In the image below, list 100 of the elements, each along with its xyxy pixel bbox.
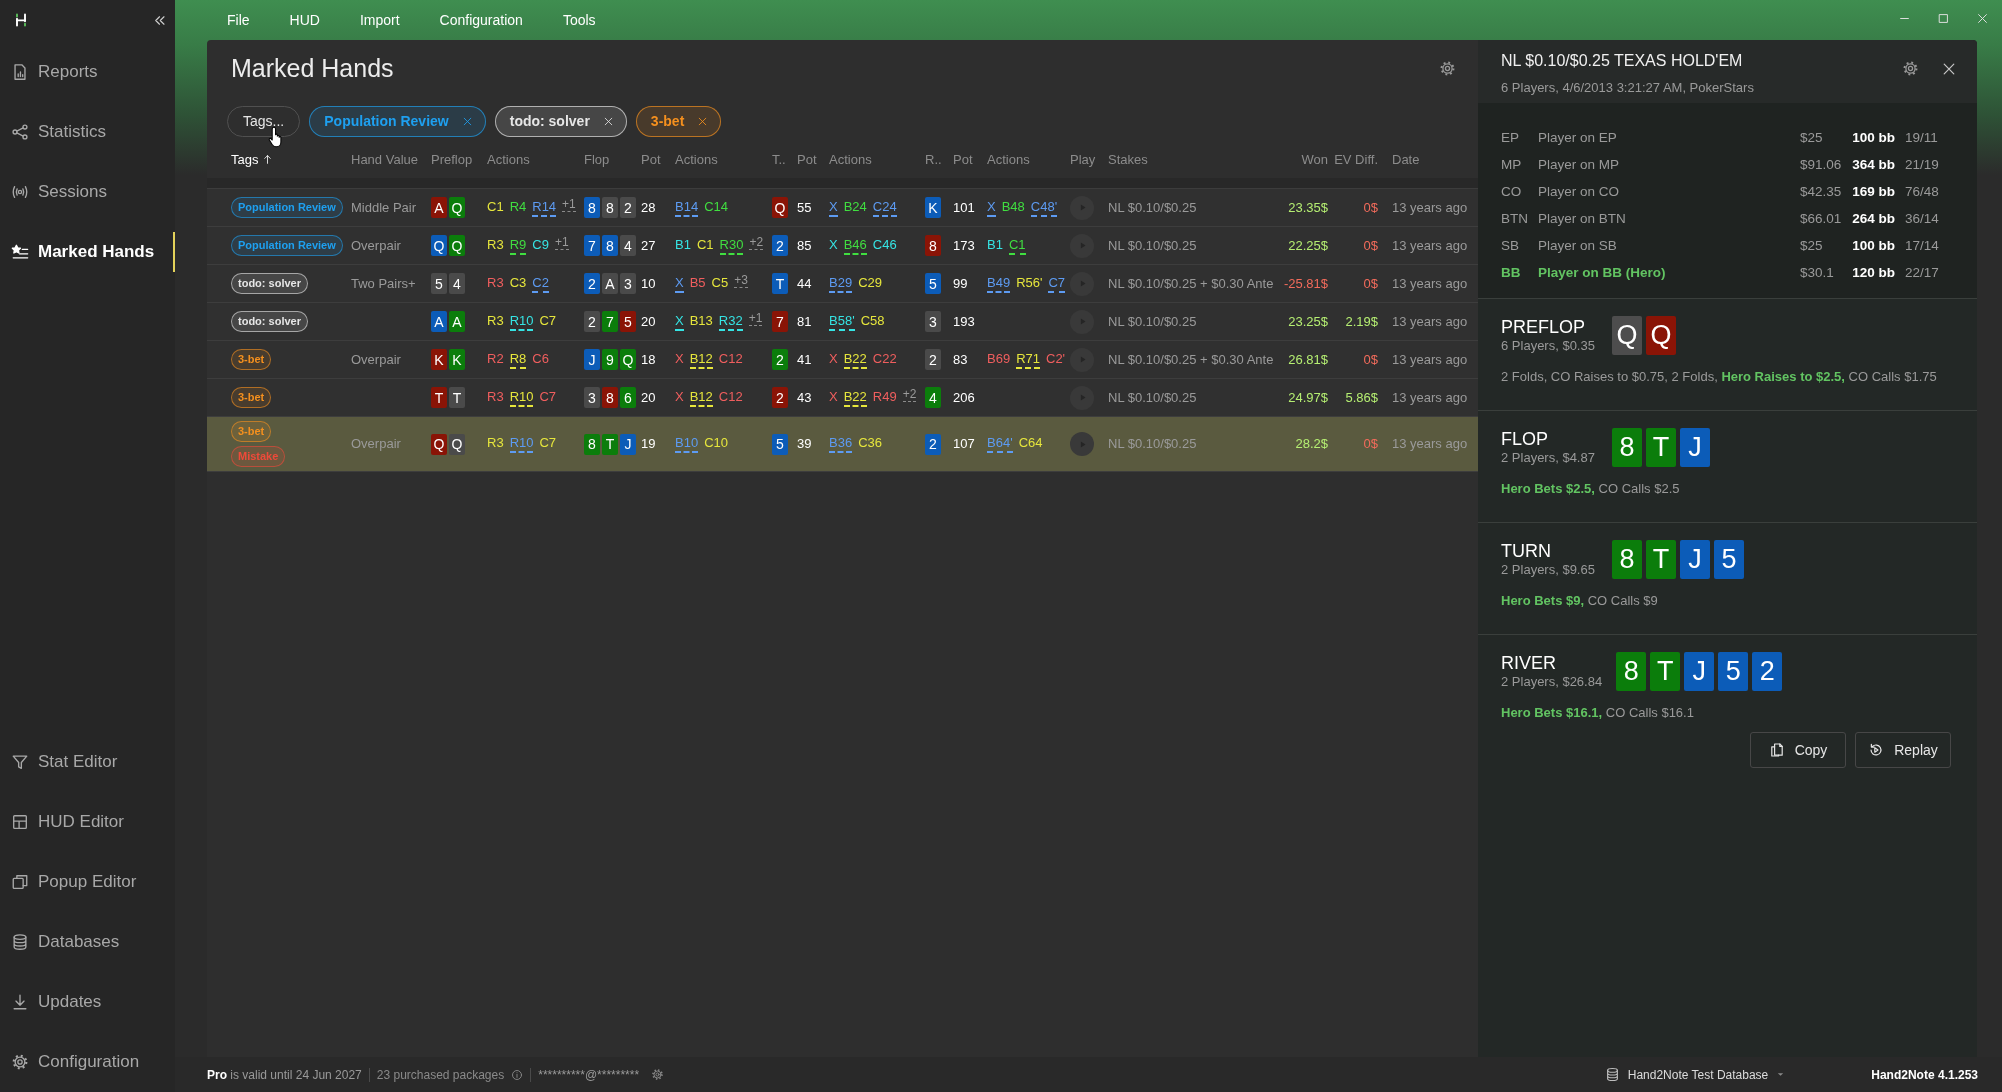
column-header[interactable]: Pot bbox=[797, 149, 817, 170]
sidebar-item[interactable]: Reports bbox=[0, 42, 175, 102]
hand-action: B48 bbox=[1001, 198, 1025, 216]
filter-chip[interactable]: todo: solver bbox=[494, 106, 627, 137]
column-header[interactable]: R.. bbox=[925, 149, 942, 170]
column-header[interactable]: T.. bbox=[772, 149, 786, 170]
column-header[interactable]: Pot bbox=[641, 149, 661, 170]
settings-icon[interactable] bbox=[1439, 59, 1456, 77]
ev-diff: 0$ bbox=[1363, 236, 1378, 255]
column-header[interactable]: Actions bbox=[987, 149, 1030, 170]
pot-value: 20 bbox=[641, 388, 656, 407]
column-header[interactable]: Flop bbox=[584, 149, 610, 170]
column-header[interactable]: Preflop bbox=[431, 149, 473, 170]
column-header[interactable]: Hand Value bbox=[351, 149, 418, 170]
playing-card: 2 bbox=[925, 349, 941, 370]
sidebar-item[interactable]: Configuration bbox=[0, 1032, 175, 1092]
play-button[interactable] bbox=[1070, 432, 1094, 456]
menu-item[interactable]: Tools bbox=[542, 0, 616, 40]
sidebar-item[interactable]: Statistics bbox=[0, 102, 175, 162]
hand-action: R10 bbox=[509, 388, 534, 407]
column-header[interactable]: Actions bbox=[487, 149, 530, 170]
info-icon[interactable] bbox=[511, 1068, 524, 1081]
sidebar-item[interactable]: Updates bbox=[0, 972, 175, 1032]
hand-action: X bbox=[829, 388, 838, 406]
logo-icon[interactable] bbox=[13, 12, 29, 28]
column-header[interactable]: EV Diff. bbox=[1334, 149, 1378, 170]
menu-item[interactable]: Import bbox=[339, 0, 420, 40]
hand-action: C6 bbox=[532, 350, 549, 368]
hand-action: C1 bbox=[1008, 236, 1026, 255]
column-header[interactable]: Actions bbox=[675, 149, 718, 170]
hand-action: R30 bbox=[719, 236, 744, 255]
sidebar-item[interactable]: Stat Editor bbox=[0, 732, 175, 792]
sidebar-item[interactable]: Databases bbox=[0, 912, 175, 972]
column-header[interactable]: Won bbox=[1301, 149, 1328, 170]
street-info: 2 Players, $4.87 bbox=[1501, 450, 1596, 466]
sidebar-item[interactable]: Marked Hands bbox=[0, 222, 175, 282]
player-stats: 36/14 bbox=[1904, 210, 1940, 229]
player-position: MP bbox=[1501, 156, 1523, 175]
purchased-packages: 23 purchased packages bbox=[376, 1066, 505, 1084]
app-version: Hand2Note 4.1.253 bbox=[1871, 1066, 1978, 1084]
hand-action: C7 bbox=[539, 312, 557, 330]
won-amount: -25.81$ bbox=[1283, 274, 1328, 293]
player-name: Player on SB bbox=[1538, 237, 1618, 256]
stakes: NL $0.10/$0.25 bbox=[1108, 388, 1197, 407]
sidebar-item[interactable]: HUD Editor bbox=[0, 792, 175, 852]
filter-funnel-icon bbox=[11, 753, 29, 771]
more-actions-count: +2 bbox=[902, 387, 917, 402]
playing-card: 8 bbox=[1616, 652, 1647, 691]
table-row[interactable]: 3-bet Mistake Overpair Q Q R3 R10 C7 8 T J 19 B10 C10 5 39 B36 C36 2 107 B64' C64 NL $0.10/$0.25 28.2$ 0$ 13 years ago bbox=[207, 417, 1478, 472]
close-icon[interactable] bbox=[602, 116, 614, 127]
column-header[interactable]: Pot bbox=[953, 149, 973, 170]
menu-item[interactable]: File bbox=[207, 0, 270, 40]
sidebar-item[interactable]: Sessions bbox=[0, 162, 175, 222]
menu-item[interactable]: Configuration bbox=[419, 0, 543, 40]
hand-value: Middle Pair bbox=[351, 198, 417, 217]
playing-card: Q bbox=[449, 235, 465, 256]
player-stack-bb: 100 bb bbox=[1852, 237, 1895, 256]
column-header[interactable]: Tags bbox=[231, 149, 274, 170]
playing-card: Q bbox=[620, 349, 636, 370]
hand-value: Overpair bbox=[351, 236, 401, 255]
street-name: FLOP bbox=[1501, 429, 1549, 450]
column-header[interactable]: Play bbox=[1070, 149, 1096, 170]
close-icon[interactable] bbox=[697, 116, 709, 127]
hand-value: Overpair bbox=[351, 350, 401, 369]
playing-card: 8 bbox=[602, 197, 618, 218]
stakes: NL $0.10/$0.25 bbox=[1108, 435, 1197, 454]
column-header[interactable]: Date bbox=[1392, 149, 1420, 170]
playing-card: 2 bbox=[772, 235, 788, 256]
street-name: RIVER bbox=[1501, 653, 1557, 674]
action-button[interactable]: Copy bbox=[1750, 732, 1846, 768]
pot-value: 27 bbox=[641, 236, 656, 255]
playing-card: 6 bbox=[620, 387, 636, 408]
maximize-icon[interactable] bbox=[1937, 11, 1950, 25]
sidebar-item[interactable]: Popup Editor bbox=[0, 852, 175, 912]
action-button[interactable]: Replay bbox=[1855, 732, 1951, 768]
hand-action: R9 bbox=[509, 236, 527, 255]
playing-card: Q bbox=[1646, 316, 1676, 355]
player-stack-bb: 364 bb bbox=[1852, 156, 1895, 175]
player-stack: $66.01 bbox=[1800, 210, 1843, 229]
filter-chip[interactable]: Population Review bbox=[309, 106, 486, 137]
settings-icon[interactable] bbox=[1902, 60, 1919, 77]
more-actions-count: +1 bbox=[562, 197, 576, 212]
column-header[interactable]: Stakes bbox=[1108, 149, 1148, 170]
playing-card: T bbox=[1646, 540, 1676, 579]
hand-action: X bbox=[675, 312, 684, 331]
player-stats: 21/19 bbox=[1904, 156, 1940, 175]
hand-action: R3 bbox=[487, 312, 504, 330]
filter-chip[interactable]: 3-bet bbox=[635, 106, 722, 137]
playing-card: 8 bbox=[1612, 428, 1642, 467]
menu-item[interactable]: HUD bbox=[269, 0, 340, 40]
hand-action: B12 bbox=[689, 350, 713, 369]
settings-icon[interactable] bbox=[651, 1068, 665, 1081]
player-position: SB bbox=[1501, 237, 1520, 256]
playing-card: 5 bbox=[772, 433, 788, 455]
playing-card: 3 bbox=[620, 273, 636, 294]
database-selector[interactable]: Hand2Note Test Database bbox=[1604, 1065, 1786, 1084]
player-stack-bb: 264 bb bbox=[1852, 210, 1895, 229]
street-actions: Hero Bets $2.5, CO Calls $2.5 bbox=[1501, 480, 1681, 498]
column-header[interactable]: Actions bbox=[829, 149, 872, 170]
playing-card: Q bbox=[431, 433, 447, 455]
